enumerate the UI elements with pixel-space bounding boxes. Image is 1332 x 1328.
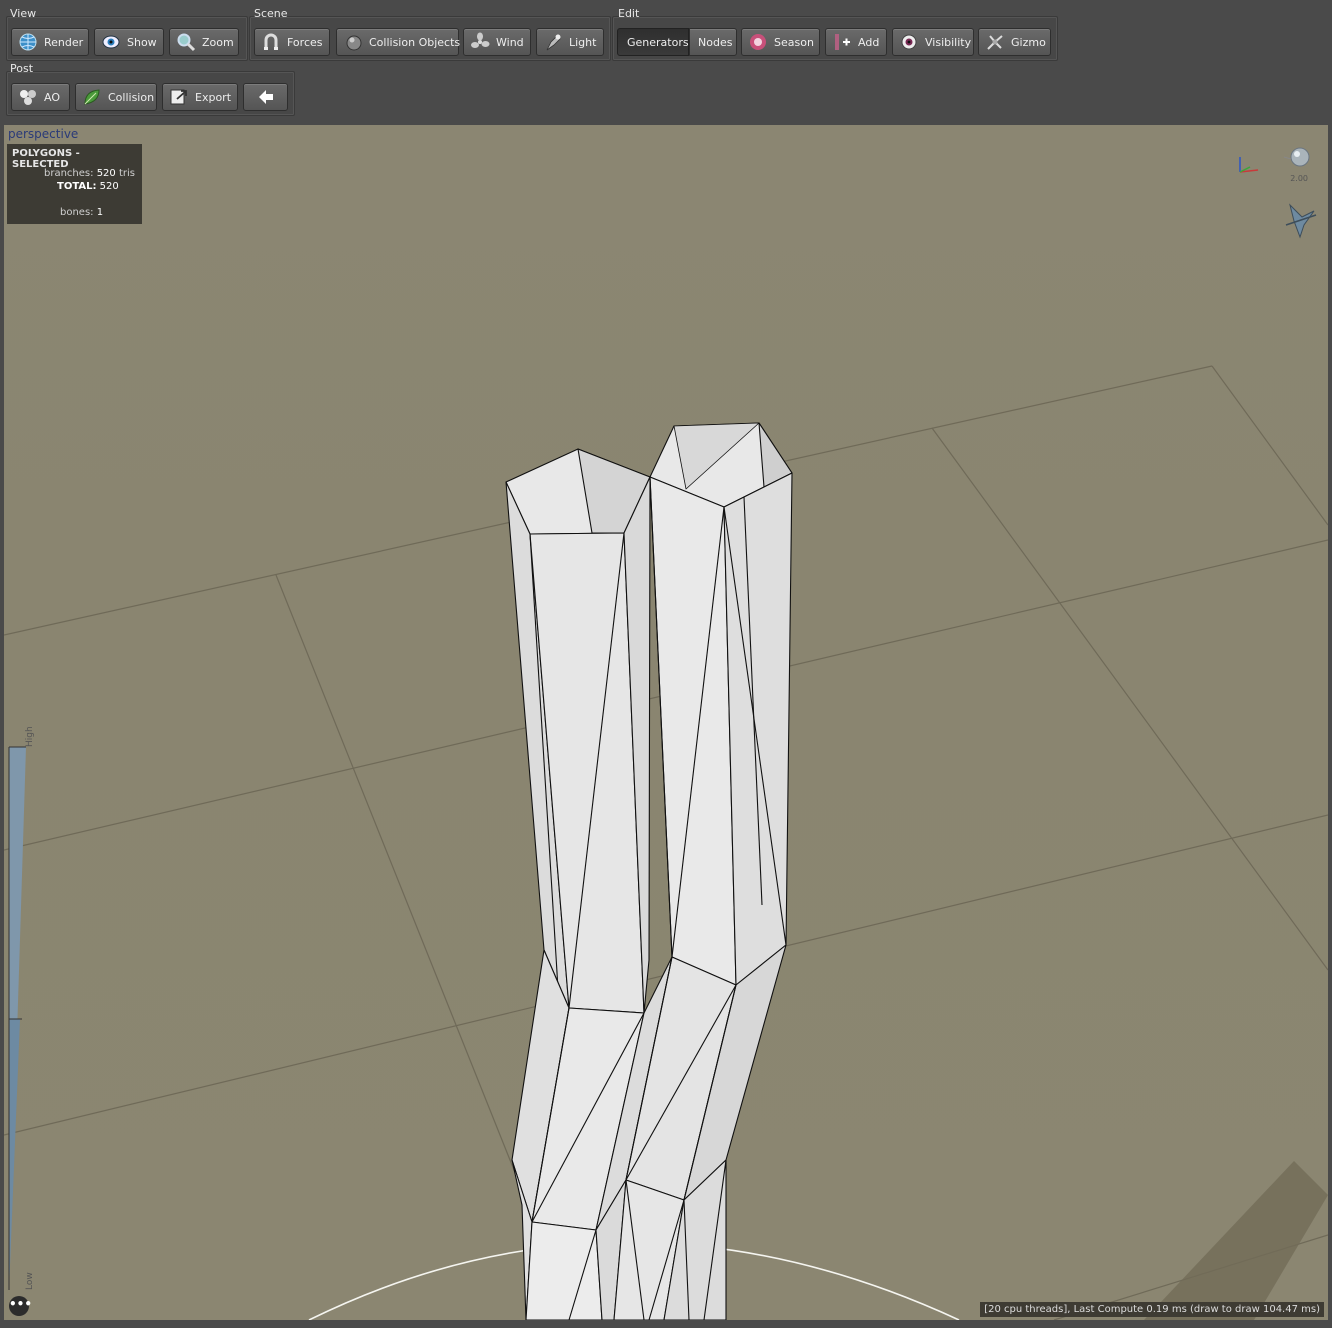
branches-value: 520 (96, 168, 116, 179)
visibility-button[interactable]: Visibility (892, 28, 974, 56)
gizmo-icon (985, 32, 1005, 52)
show-label: Show (127, 35, 157, 49)
zoom-button[interactable]: Zoom (169, 28, 239, 56)
visibility-label: Visibility (925, 35, 972, 49)
view-group-title: View (10, 7, 37, 20)
ao-spheres-icon (18, 87, 38, 107)
gizmo-button[interactable]: Gizmo (978, 28, 1051, 56)
branches-label: branches: (44, 168, 94, 179)
light-sphere-icon[interactable] (1283, 147, 1310, 167)
axes-icon[interactable] (1239, 157, 1259, 173)
leaf-icon (82, 87, 102, 107)
3d-viewport[interactable]: perspective POLYGONS - SELECTED branches… (4, 125, 1328, 1320)
collision-label: Collision (108, 90, 155, 104)
lamp-icon (543, 32, 563, 52)
tree-mesh (505, 422, 793, 1320)
scene-group: Forces Collision Objects Wind Light (249, 16, 611, 61)
fan-icon (470, 32, 490, 52)
forces-button[interactable]: Forces (254, 28, 330, 56)
gizmo-label: Gizmo (1011, 35, 1046, 49)
ao-label: AO (44, 90, 60, 104)
eye-icon (101, 32, 121, 52)
add-label: Add (858, 35, 880, 49)
total-label: TOTAL: (57, 181, 97, 192)
add-button[interactable]: Add (825, 28, 887, 56)
collision-objects-label: Collision Objects (369, 35, 461, 49)
nodes-label: Nodes (698, 35, 733, 49)
ao-button[interactable]: AO (11, 83, 70, 111)
light-button[interactable]: Light (536, 28, 604, 56)
more-options-button[interactable]: ••• (9, 1296, 32, 1316)
collision-objects-button[interactable]: Collision Objects (336, 28, 461, 56)
branches-unit: tris (118, 168, 135, 179)
add-icon (832, 32, 852, 52)
lod-bar[interactable] (8, 746, 26, 1290)
edit-group-title: Edit (618, 7, 640, 20)
nodes-tab[interactable]: Nodes (689, 28, 737, 56)
view-group: Render Show Zoom (6, 16, 248, 61)
stats-title: POLYGONS - SELECTED (12, 148, 80, 170)
render-button[interactable]: Render (11, 28, 89, 56)
lod-low-label: Low (25, 1272, 35, 1290)
back-button[interactable] (243, 83, 288, 111)
bones-value: 1 (96, 207, 104, 218)
status-bar: [20 cpu threads], Last Compute 0.19 ms (… (980, 1302, 1324, 1317)
scene-canvas (4, 147, 1328, 1320)
light-label: Light (569, 35, 597, 49)
season-button[interactable]: Season (741, 28, 820, 56)
export-icon (169, 87, 189, 107)
season-icon (748, 32, 768, 52)
total-value: 520 (99, 181, 119, 192)
bones-label: bones: (60, 207, 94, 218)
zoom-label: Zoom (202, 35, 234, 49)
forces-label: Forces (287, 35, 323, 49)
render-label: Render (44, 35, 84, 49)
scene-group-title: Scene (254, 7, 288, 20)
export-label: Export (195, 90, 232, 104)
branches-row: branches: 520 tris (44, 168, 135, 179)
magnet-icon (261, 32, 281, 52)
collision-button[interactable]: Collision (75, 83, 157, 111)
bones-row: bones: 1 (60, 207, 103, 218)
camera-label[interactable]: perspective (8, 127, 78, 141)
show-button[interactable]: Show (94, 28, 164, 56)
post-group-title: Post (10, 62, 34, 75)
sphere-icon (343, 32, 363, 52)
magnifier-icon (176, 32, 196, 52)
stats-panel: POLYGONS - SELECTED branches: 520 tris T… (7, 144, 142, 224)
toolbar: Render Show Zoom View Forces Collision O… (0, 0, 1332, 124)
gizmo-scale-value: 2.00 (1290, 174, 1308, 183)
post-group: AO Collision Export (6, 71, 295, 116)
lod-high-label: High (25, 726, 35, 747)
view-gizmo-icon[interactable] (1285, 203, 1317, 239)
edit-group: Generators Nodes Season Add Visibility G… (612, 16, 1058, 61)
export-button[interactable]: Export (162, 83, 238, 111)
wind-label: Wind (496, 35, 524, 49)
back-arrow-icon (256, 87, 276, 107)
wind-button[interactable]: Wind (463, 28, 531, 56)
generators-label: Generators (627, 35, 689, 49)
generators-tab[interactable]: Generators (617, 28, 689, 56)
season-label: Season (774, 35, 814, 49)
ground-shadow (1144, 1161, 1328, 1320)
eye-visibility-icon (899, 32, 919, 52)
total-row: TOTAL: 520 (57, 181, 119, 192)
globe-icon (18, 32, 38, 52)
